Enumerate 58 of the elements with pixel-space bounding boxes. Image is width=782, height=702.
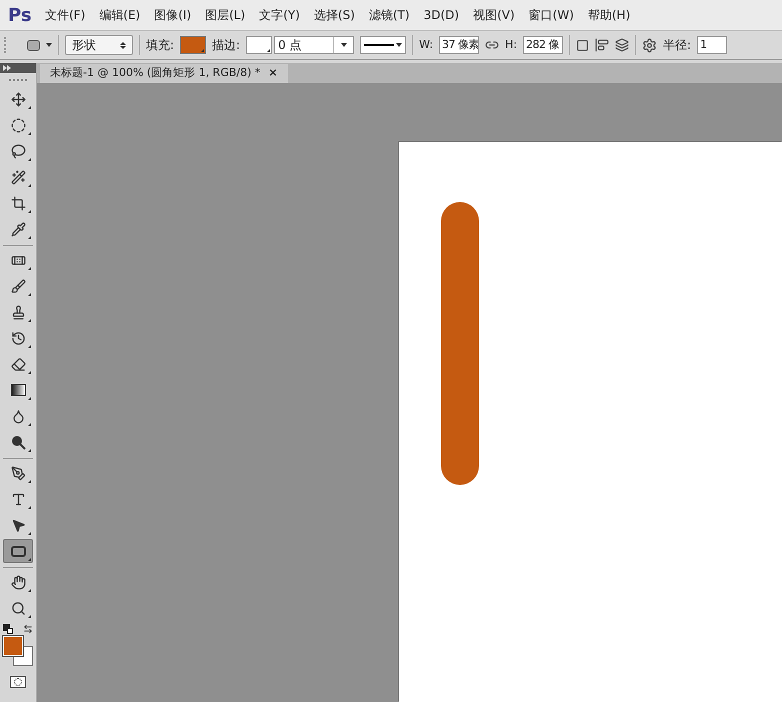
stroke-label: 描边: [212, 37, 240, 54]
spinner-icon [120, 42, 126, 48]
tool-button[interactable] [3, 539, 33, 563]
width-label: W: [419, 36, 434, 53]
menu-item[interactable]: 3D(D) [416, 6, 466, 24]
expand-icon[interactable] [3, 65, 11, 71]
brush-icon [10, 278, 26, 294]
droplet-icon [10, 408, 26, 424]
crop-icon [10, 196, 26, 210]
radius-field[interactable]: 1 [697, 36, 728, 54]
align-icon[interactable] [595, 38, 610, 52]
document-tab[interactable]: 未标题-1 @ 100% (圆角矩形 1, RGB/8) * × [40, 64, 288, 83]
lasso-icon [10, 144, 26, 158]
menu-item[interactable]: 视图(V) [466, 6, 522, 24]
settings-icon[interactable] [642, 38, 658, 52]
menu-item[interactable]: 帮助(H) [580, 6, 638, 24]
menu-item[interactable]: 文件(F) [38, 6, 92, 24]
menu-item[interactable]: 滤镜(T) [362, 6, 417, 24]
mode-select[interactable]: 形状 [65, 35, 133, 55]
eyedropper-icon [10, 222, 26, 236]
square-icon[interactable] [576, 38, 590, 52]
grip-icon [4, 37, 7, 53]
fill-color-swatch[interactable] [180, 36, 206, 54]
arrow-pointer-icon [10, 518, 26, 532]
stamp-icon [10, 304, 26, 320]
move-icon [10, 92, 26, 106]
height-field[interactable]: 282 像 [523, 36, 564, 54]
quick-mask-icon[interactable] [10, 676, 26, 688]
stroke-color-swatch[interactable] [246, 36, 272, 54]
history-brush-icon [10, 330, 26, 346]
app-logo: Ps [7, 4, 33, 28]
zoom-icon [10, 600, 26, 616]
magic-wand-icon [10, 170, 26, 184]
line-style-select[interactable] [360, 36, 406, 54]
fill-label: 填充: [146, 37, 174, 54]
layers-icon[interactable] [615, 38, 630, 52]
color-swatches[interactable] [3, 636, 33, 666]
hand-icon [10, 574, 26, 590]
default-colors-icon[interactable] [3, 624, 13, 634]
radius-label: 半径: [663, 37, 692, 54]
menu-item[interactable]: 选择(S) [306, 6, 362, 24]
menu-item[interactable]: 图像(I) [147, 6, 198, 24]
eraser-icon [10, 356, 26, 372]
dashed-circle-icon [10, 118, 26, 132]
dodge-icon [10, 434, 26, 450]
menu-item[interactable]: 窗口(W) [522, 6, 581, 24]
type-icon [10, 492, 26, 506]
close-icon[interactable]: × [268, 65, 278, 82]
swap-icon[interactable] [23, 624, 33, 634]
stroke-width-field[interactable]: 0 点 [274, 36, 354, 54]
gradient-icon [10, 384, 26, 396]
menu-item[interactable]: 文字(Y) [252, 6, 307, 24]
menu-item[interactable]: 图层(L) [198, 6, 252, 24]
pen-icon [10, 466, 26, 480]
height-label: H: [505, 36, 518, 53]
caret-icon[interactable] [46, 43, 52, 47]
caret-icon [396, 43, 402, 47]
menu-item[interactable]: 编辑(E) [92, 6, 148, 24]
